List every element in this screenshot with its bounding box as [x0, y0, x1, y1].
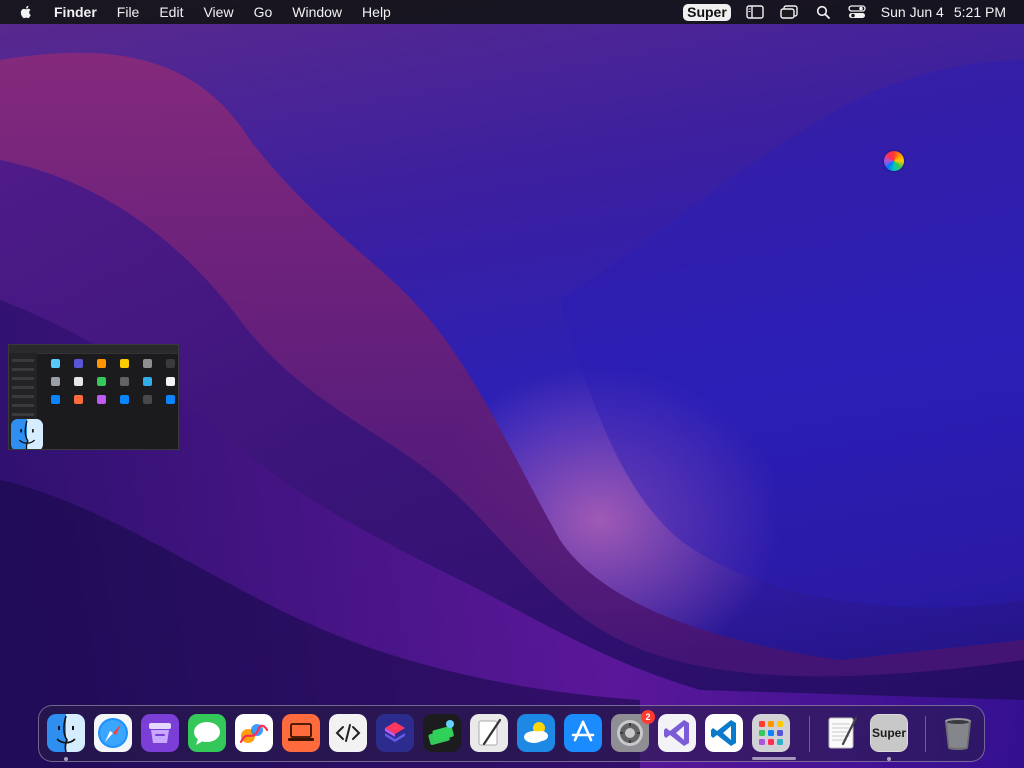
dock-app-store[interactable] [564, 714, 602, 752]
dock-vscode[interactable] [705, 714, 743, 752]
weather-icon [517, 714, 555, 752]
dock-weather[interactable] [517, 714, 555, 752]
menu-window[interactable]: Window [282, 0, 352, 24]
freeform-icon [235, 714, 273, 752]
dock-separator-trash [925, 716, 926, 752]
dock-scroll-indicator [752, 757, 796, 760]
dock-launchpad[interactable] [752, 714, 790, 752]
dock-safari[interactable] [94, 714, 132, 752]
dock-separator [809, 716, 810, 752]
menu-edit[interactable]: Edit [149, 0, 193, 24]
finder-icon [11, 419, 43, 449]
safari-icon [94, 714, 132, 752]
minimized-window-thumbnail[interactable] [8, 344, 179, 450]
search-icon[interactable] [813, 4, 833, 20]
dock-shortcuts[interactable] [376, 714, 414, 752]
finder-running-indicator [64, 757, 68, 761]
dock-archive-app[interactable] [141, 714, 179, 752]
visual-studio-icon [658, 714, 696, 752]
color-picker-icon[interactable] [884, 151, 904, 171]
money-icon [423, 714, 461, 752]
textedit-icon [828, 716, 858, 749]
apple-logo-icon[interactable] [18, 4, 34, 20]
thumbnail-app-grid [45, 359, 175, 404]
dock-super-app[interactable]: Super [870, 714, 908, 752]
settings-notification-badge: 2 [641, 710, 655, 724]
menu-view[interactable]: View [193, 0, 243, 24]
archive-icon [141, 714, 179, 752]
dock: 2 Super [38, 705, 985, 762]
menu-go[interactable]: Go [244, 0, 283, 24]
dock-textedit[interactable] [823, 714, 861, 752]
messages-icon [188, 714, 226, 752]
super-status-badge[interactable]: Super [683, 3, 731, 21]
shortcuts-icon [376, 714, 414, 752]
code-icon [329, 714, 367, 752]
control-center-icon[interactable] [847, 4, 867, 20]
dock-presenter[interactable] [282, 714, 320, 752]
dock-messages[interactable] [188, 714, 226, 752]
menu-date[interactable]: Sun Jun 4 [881, 4, 944, 20]
dock-money[interactable] [423, 714, 461, 752]
vscode-icon [705, 714, 743, 752]
super-running-indicator [887, 757, 891, 761]
finder-icon [47, 714, 85, 752]
launchpad-icon [752, 714, 790, 752]
dock-trash[interactable] [939, 714, 977, 752]
sidebar-icon[interactable] [745, 4, 765, 20]
menu-help[interactable]: Help [352, 0, 401, 24]
menu-time[interactable]: 5:21 PM [954, 4, 1006, 20]
dock-script-editor[interactable] [470, 714, 508, 752]
laptop-icon [282, 714, 320, 752]
menu-file[interactable]: File [107, 0, 150, 24]
menu-app-finder[interactable]: Finder [48, 0, 107, 24]
trash-icon [945, 718, 971, 750]
app-store-icon [564, 714, 602, 752]
dock-code-editor[interactable] [329, 714, 367, 752]
script-icon [470, 714, 508, 752]
dock-finder[interactable] [47, 714, 85, 752]
dock-visual-studio[interactable] [658, 714, 696, 752]
super-app-label: Super [871, 726, 906, 740]
window-icon[interactable] [779, 4, 799, 20]
dock-freeform[interactable] [235, 714, 273, 752]
menu-bar: Finder File Edit View Go Window Help Sup… [0, 0, 1024, 24]
